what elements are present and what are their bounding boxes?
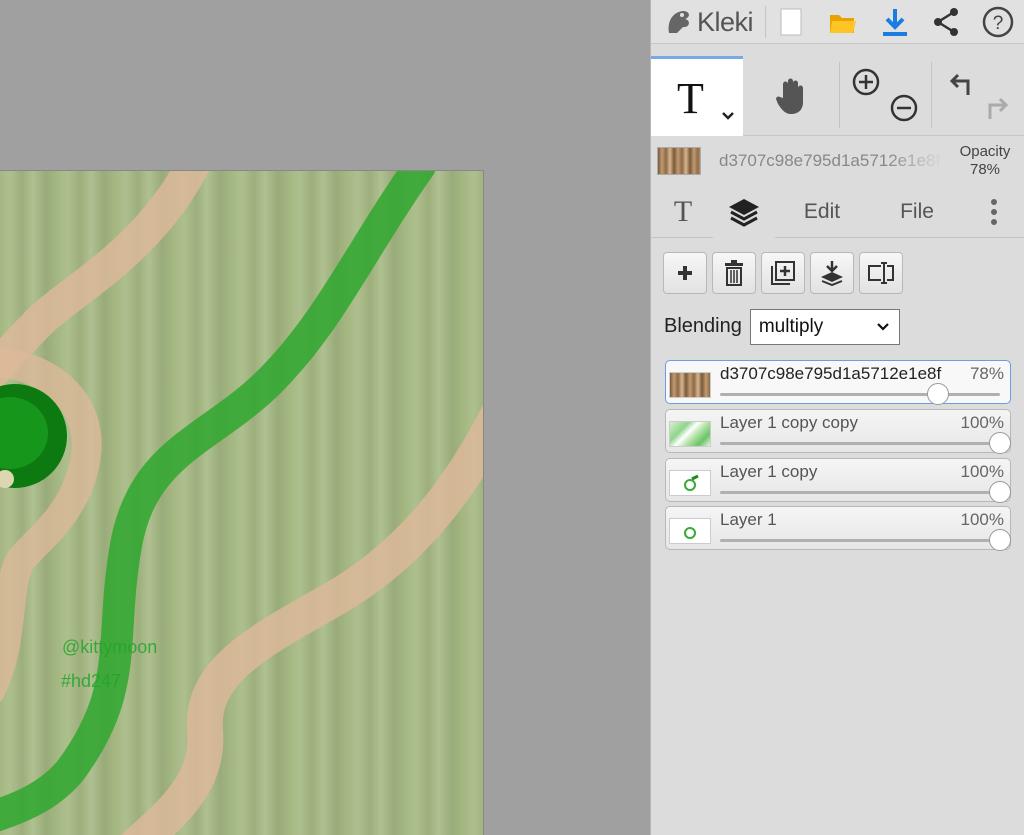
zoom-out-icon[interactable] (886, 90, 922, 126)
side-panel: Kleki ? T d3707c98e795d1a5712e1e8f Opaci… (650, 0, 1024, 835)
top-bar: Kleki ? (651, 0, 1024, 44)
new-file-icon[interactable] (773, 4, 809, 40)
hand-tool-button[interactable] (747, 56, 837, 136)
layer-opacity: 100% (960, 462, 1004, 481)
canvas-painting (0, 171, 483, 835)
layer-name: Layer 1 copy copy (720, 413, 858, 432)
current-layer-name: d3707c98e795d1a5712e1e8f (719, 151, 941, 170)
merge-down-button[interactable] (810, 252, 854, 294)
layer-thumbnail (669, 518, 711, 544)
tab-text-label: T (673, 195, 693, 228)
download-icon[interactable] (877, 4, 913, 40)
open-folder-icon[interactable] (825, 4, 861, 40)
tab-layers[interactable] (713, 186, 775, 238)
layer-opacity-knob[interactable] (927, 383, 950, 405)
duplicate-layer-icon (771, 261, 795, 285)
layer-opacity: 100% (960, 413, 1004, 432)
tool-row: T (651, 56, 1024, 136)
canvas-watermark-handle: @kittymoon (62, 637, 158, 657)
layers-icon (729, 199, 759, 227)
blending-label: Blending (664, 315, 742, 337)
layer-toolbar (663, 252, 903, 294)
add-layer-button[interactable] (663, 252, 707, 294)
text-tool-button[interactable]: T (651, 56, 743, 136)
layer-item[interactable]: Layer 1 copy copy 100% (665, 409, 1011, 454)
layer-opacity-slider[interactable] (720, 491, 1000, 494)
delete-layer-button[interactable] (712, 252, 756, 294)
kleki-logo[interactable]: Kleki (663, 2, 754, 42)
layer-opacity: 100% (960, 510, 1004, 529)
opacity-value: 78% (969, 161, 1001, 178)
more-menu-icon[interactable] (979, 186, 1009, 238)
layer-opacity: 78% (969, 364, 1004, 383)
duplicate-layer-button[interactable] (761, 252, 805, 294)
zoom-in-icon[interactable] (848, 64, 884, 100)
layer-thumbnail (669, 470, 711, 496)
canvas-workspace[interactable]: @kittymoon #hd247 (0, 0, 650, 835)
layer-opacity-slider[interactable] (720, 393, 1000, 396)
tab-edit[interactable]: Edit (787, 186, 857, 238)
share-icon[interactable] (928, 4, 964, 40)
canvas-watermark-tag: #hd247 (61, 671, 122, 691)
help-icon[interactable]: ? (980, 4, 1016, 40)
current-layer-opacity: Opacity 78% (951, 143, 1019, 179)
blending-value: multiply (758, 315, 824, 337)
undo-icon[interactable] (943, 66, 979, 102)
tab-edit-label: Edit (803, 200, 841, 223)
layer-name: Layer 1 (720, 510, 777, 529)
svg-text:?: ? (993, 13, 1004, 34)
blending-row: Blending multiply (664, 308, 900, 345)
add-layer-icon (678, 266, 692, 280)
layer-name: d3707c98e795d1a5712e1e8f (720, 364, 942, 383)
tab-file[interactable]: File (877, 186, 957, 238)
chevron-down-icon (877, 322, 889, 331)
layer-item[interactable]: d3707c98e795d1a5712e1e8f 78% (665, 360, 1011, 405)
app-name: Kleki (697, 6, 754, 37)
merge-down-icon (821, 261, 843, 286)
layer-thumbnail (669, 421, 711, 447)
text-tool-icon: T (677, 74, 704, 123)
kleki-logo-icon (668, 11, 689, 33)
layer-opacity-knob[interactable] (989, 481, 1011, 503)
layer-thumbnail (669, 372, 711, 398)
opacity-label: Opacity (959, 143, 1011, 160)
tab-text[interactable]: T (659, 186, 707, 238)
layer-item[interactable]: Layer 1 copy 100% (665, 458, 1011, 503)
tab-file-label: File (900, 200, 934, 223)
layer-opacity-knob[interactable] (989, 529, 1011, 551)
layer-opacity-slider[interactable] (720, 442, 1000, 445)
blending-select[interactable]: multiply (749, 308, 900, 345)
current-layer-thumbnail (657, 147, 701, 175)
current-layer-header: d3707c98e795d1a5712e1e8f Opacity 78% (651, 136, 1024, 186)
panel-tabs: T Edit File (651, 186, 1024, 238)
layer-item[interactable]: Layer 1 100% (665, 506, 1011, 551)
rename-layer-icon (868, 262, 894, 284)
layer-name: Layer 1 copy (720, 462, 818, 481)
chevron-down-icon[interactable] (721, 111, 735, 121)
drawing-canvas[interactable]: @kittymoon #hd247 (0, 171, 483, 835)
layer-opacity-knob[interactable] (989, 432, 1011, 454)
rename-layer-button[interactable] (859, 252, 903, 294)
redo-icon[interactable] (979, 90, 1015, 126)
hand-tool-icon (776, 78, 803, 114)
delete-layer-icon (725, 260, 743, 286)
layer-opacity-slider[interactable] (720, 539, 1000, 542)
